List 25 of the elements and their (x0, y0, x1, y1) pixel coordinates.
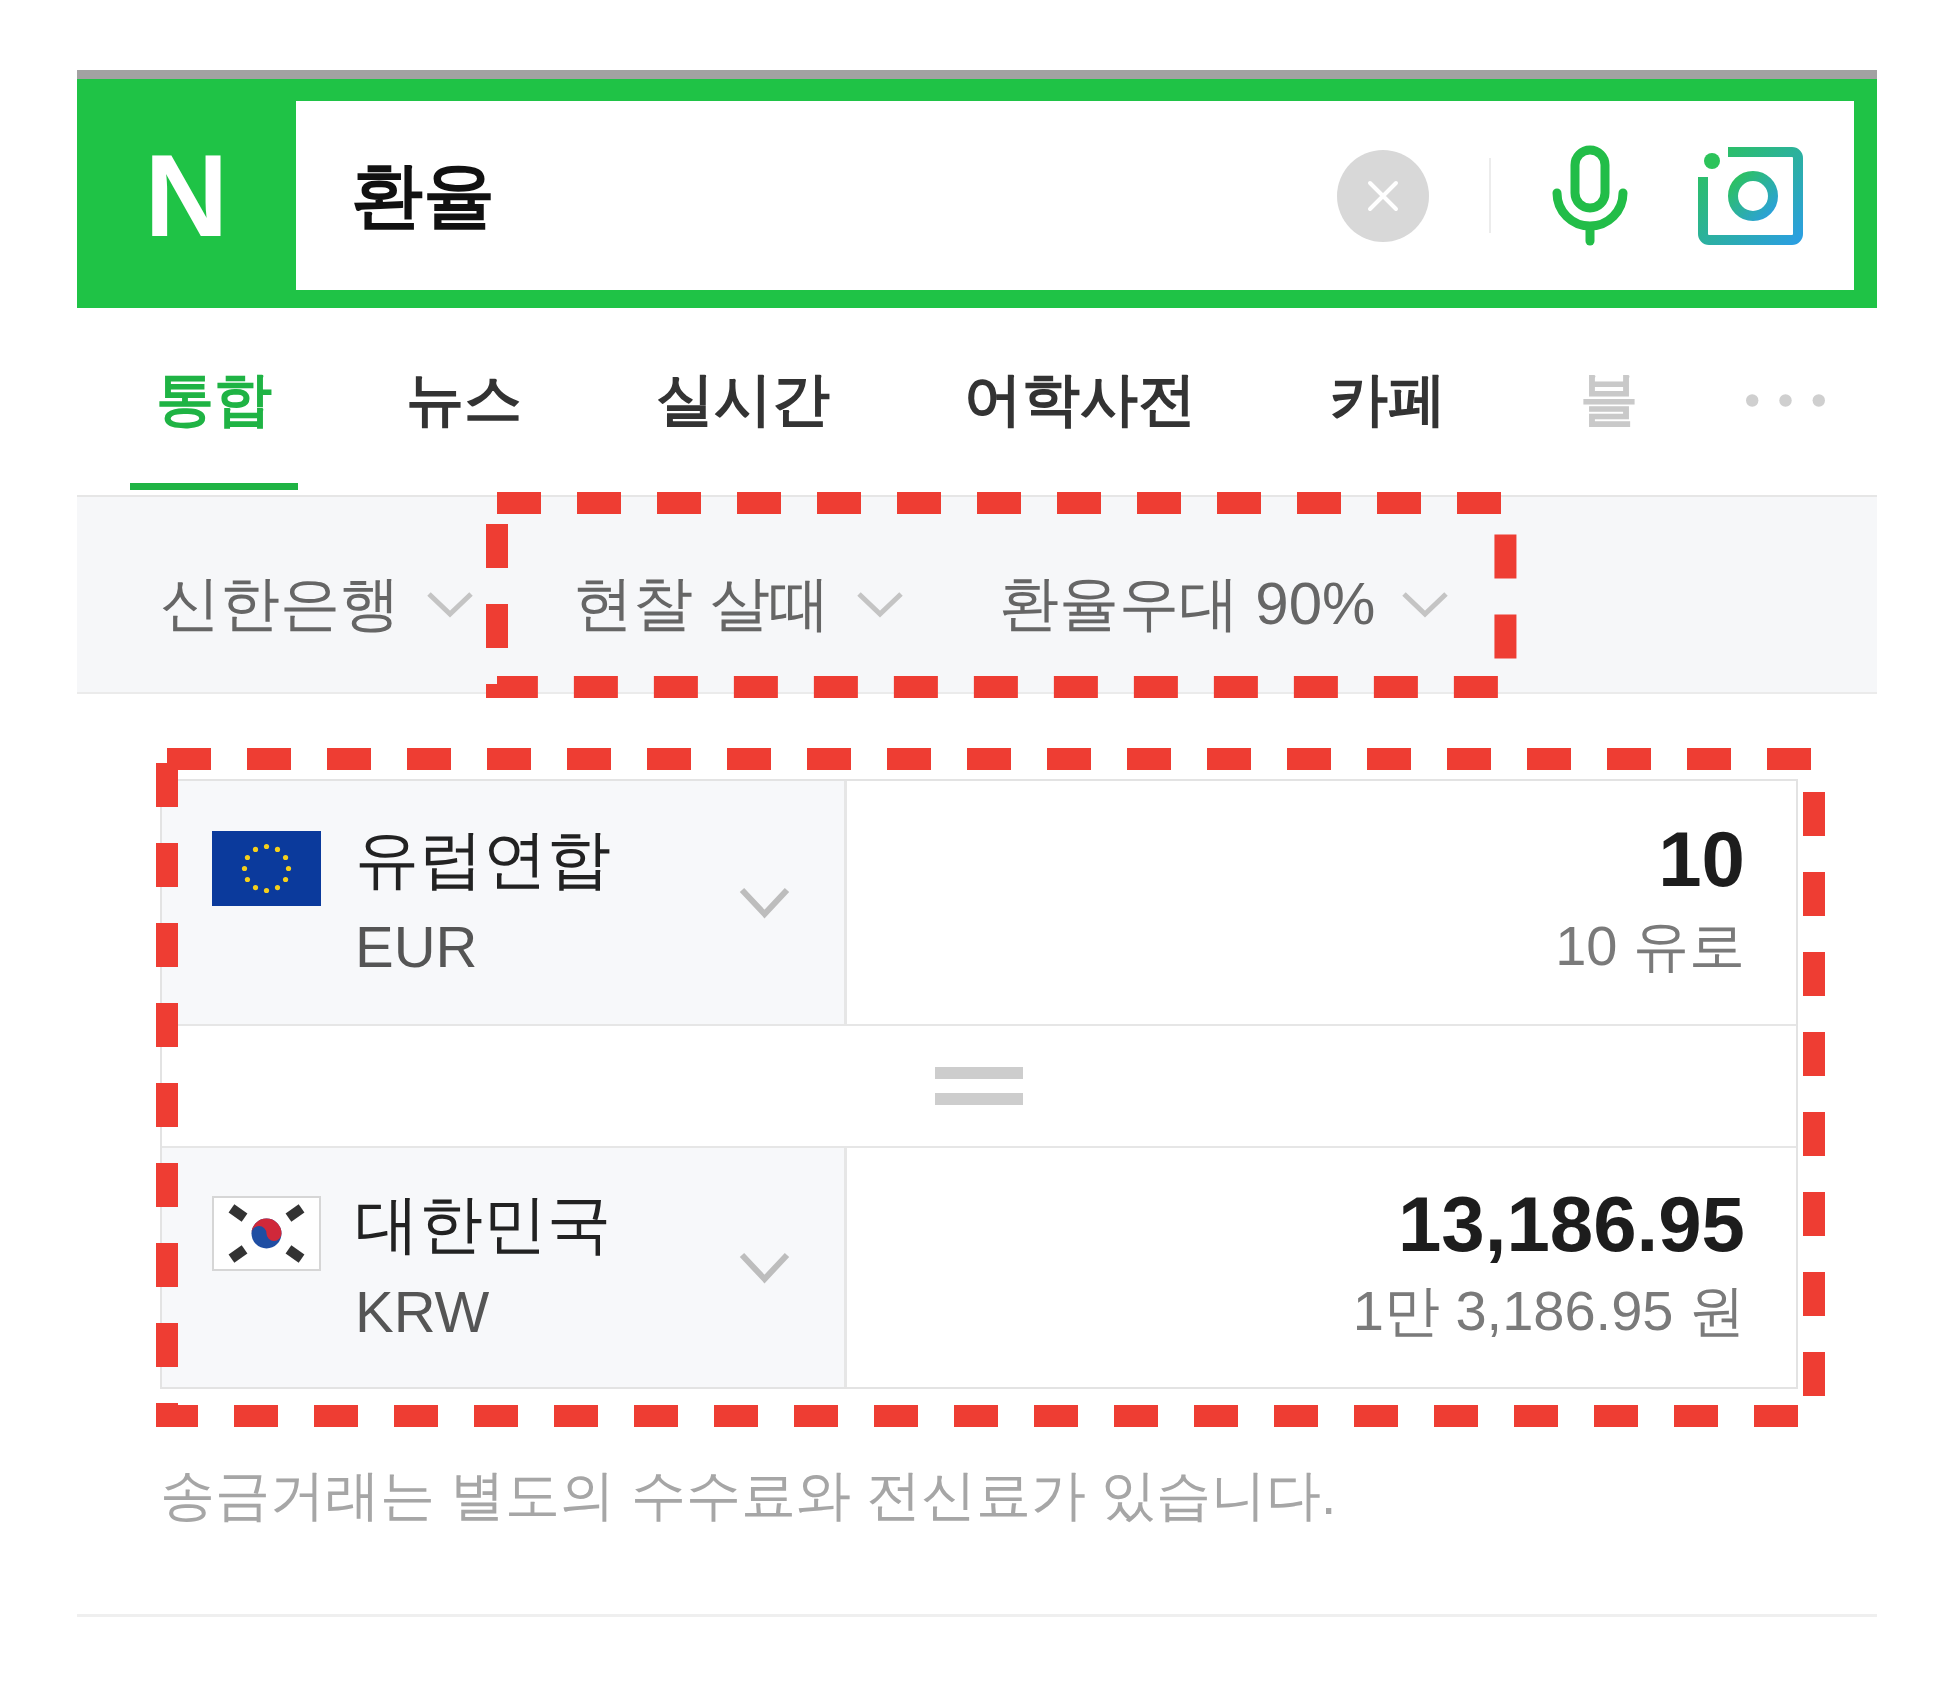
tab[interactable]: 카페 (1304, 330, 1472, 490)
amount-in-words: 1만 3,186.95 원 (1352, 1277, 1745, 1344)
search-field[interactable]: 환율 (296, 101, 1854, 290)
filter-dropdown[interactable]: 환율우대 90% (998, 545, 1451, 644)
search-input[interactable]: 환율 (351, 145, 1317, 246)
more-icon[interactable] (1746, 392, 1825, 409)
filter-dropdown[interactable]: 현찰 살때 (573, 545, 905, 644)
korean-flag-icon (212, 1195, 321, 1271)
currency-select[interactable]: 유럽연합 EUR (162, 781, 847, 1024)
tab[interactable]: 뉴스 (380, 330, 548, 490)
chevron-down-icon (425, 590, 475, 618)
chevron-down-icon (738, 886, 791, 919)
eu-flag-icon (212, 830, 321, 906)
tab[interactable]: 어학사전 (938, 330, 1222, 490)
currency-select[interactable]: 대한민국 KRW (162, 1148, 847, 1387)
equals-icon (935, 1067, 1023, 1105)
amount-value: 13,186.95 (1398, 1180, 1745, 1267)
camera-icon[interactable] (1698, 146, 1803, 245)
clear-icon[interactable] (1337, 149, 1429, 242)
amount-value: 10 (1658, 815, 1745, 902)
amount-in-words: 10 유로 (1555, 912, 1745, 979)
tab[interactable]: 실시간 (630, 330, 856, 490)
notice-text: 송금거래는 별도의 수수료와 전신료가 있습니다. (160, 1463, 1337, 1528)
filter-dropdown[interactable]: 신한은행 (160, 545, 475, 644)
chevron-down-icon (738, 1251, 791, 1284)
